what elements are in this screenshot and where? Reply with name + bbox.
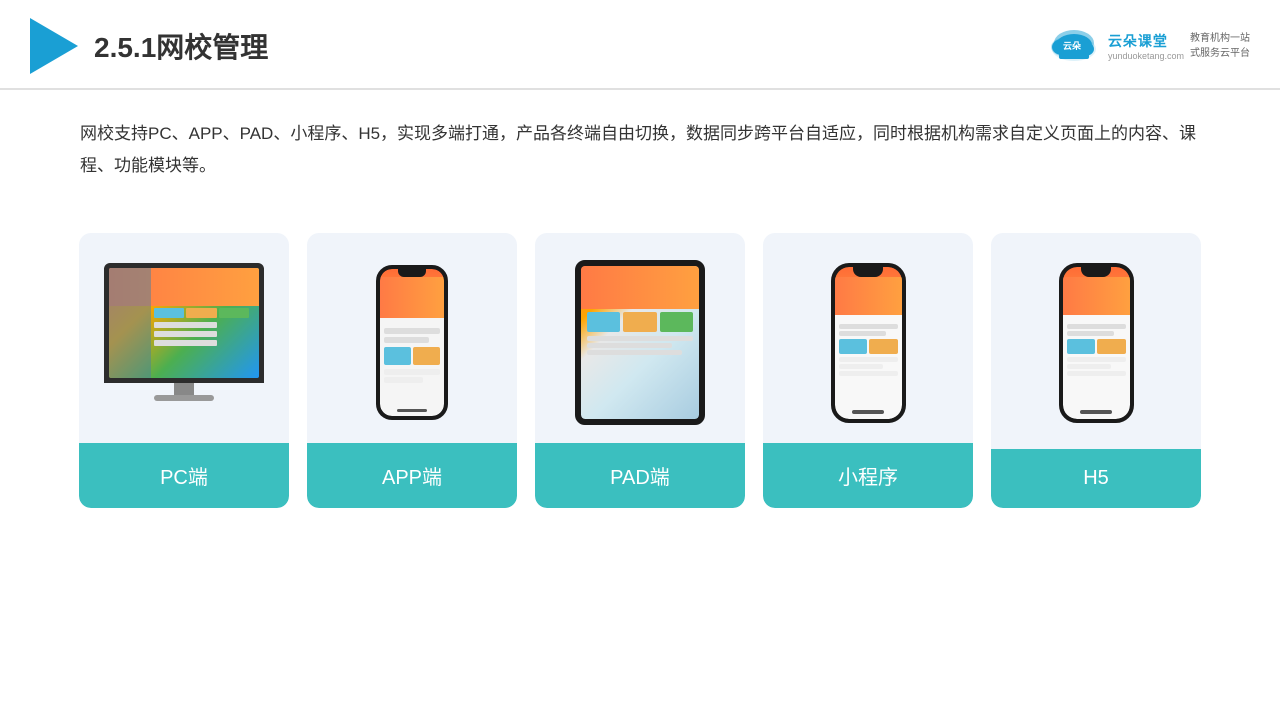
card-app-label: APP端 xyxy=(307,443,517,508)
card-pc: PC端 xyxy=(79,233,289,508)
h5-phone-mockup xyxy=(1059,263,1134,423)
miniprogram-phone-mockup xyxy=(831,263,906,423)
phone-notch xyxy=(398,269,426,277)
cloud-icon: 云朵 xyxy=(1047,27,1102,65)
tablet-mockup xyxy=(575,260,705,425)
page-title: 2.5.1网校管理 xyxy=(94,26,268,66)
phone-screen xyxy=(380,269,444,416)
tablet-screen xyxy=(581,266,699,419)
app-phone-mockup xyxy=(376,265,448,420)
header: 2.5.1网校管理 云朵 云朵课堂 yunduoketang.com 教育机构一… xyxy=(0,0,1280,90)
cards-container: PC端 xyxy=(0,203,1280,538)
card-miniprogram-image xyxy=(763,233,973,443)
h5-mini-phone-screen xyxy=(1063,267,1130,419)
card-pc-image xyxy=(79,233,289,443)
h5-mini-phone-notch xyxy=(1081,267,1111,277)
description-text: 网校支持PC、APP、PAD、小程序、H5，实现多端打通，产品各终端自由切换，数… xyxy=(80,124,1196,175)
header-left: 2.5.1网校管理 xyxy=(30,18,268,74)
pc-device-mockup xyxy=(99,263,269,423)
brand-slogan: 教育机构一站 式服务云平台 xyxy=(1190,31,1250,61)
pc-base xyxy=(154,395,214,401)
cloud-logo: 云朵 云朵课堂 yunduoketang.com 教育机构一站 式服务云平台 xyxy=(1047,27,1250,65)
mini-phone-screen-inner xyxy=(835,267,902,419)
card-pad: PAD端 xyxy=(535,233,745,508)
pc-screen xyxy=(109,268,259,378)
svg-text:云朵: 云朵 xyxy=(1063,41,1082,51)
card-pad-label: PAD端 xyxy=(535,443,745,508)
brand-name: 云朵课堂 xyxy=(1108,31,1168,51)
logo-triangle-icon xyxy=(30,18,78,74)
card-pad-image xyxy=(535,233,745,443)
card-app-image xyxy=(307,233,517,443)
card-pc-label: PC端 xyxy=(79,443,289,508)
brand-text: 云朵课堂 yunduoketang.com xyxy=(1108,31,1184,61)
card-h5-label: H5 xyxy=(991,449,1201,508)
mini-phone-notch xyxy=(853,267,883,277)
brand-url: yunduoketang.com xyxy=(1108,51,1184,61)
card-h5: H5 xyxy=(991,233,1201,508)
card-miniprogram: 小程序 xyxy=(763,233,973,508)
phone-screen-inner xyxy=(380,269,444,416)
h5-mini-phone-screen-inner xyxy=(1063,267,1130,419)
mini-phone-bar xyxy=(852,410,884,414)
description: 网校支持PC、APP、PAD、小程序、H5，实现多端打通，产品各终端自由切换，数… xyxy=(0,90,1280,193)
card-h5-image xyxy=(991,233,1201,443)
card-miniprogram-label: 小程序 xyxy=(763,443,973,508)
pc-monitor xyxy=(104,263,264,383)
header-right: 云朵 云朵课堂 yunduoketang.com 教育机构一站 式服务云平台 xyxy=(1047,27,1250,65)
pc-stand xyxy=(174,383,194,395)
card-app: APP端 xyxy=(307,233,517,508)
phone-home-bar xyxy=(397,409,427,412)
h5-mini-phone-bar xyxy=(1080,410,1112,414)
mini-phone-screen xyxy=(835,267,902,419)
